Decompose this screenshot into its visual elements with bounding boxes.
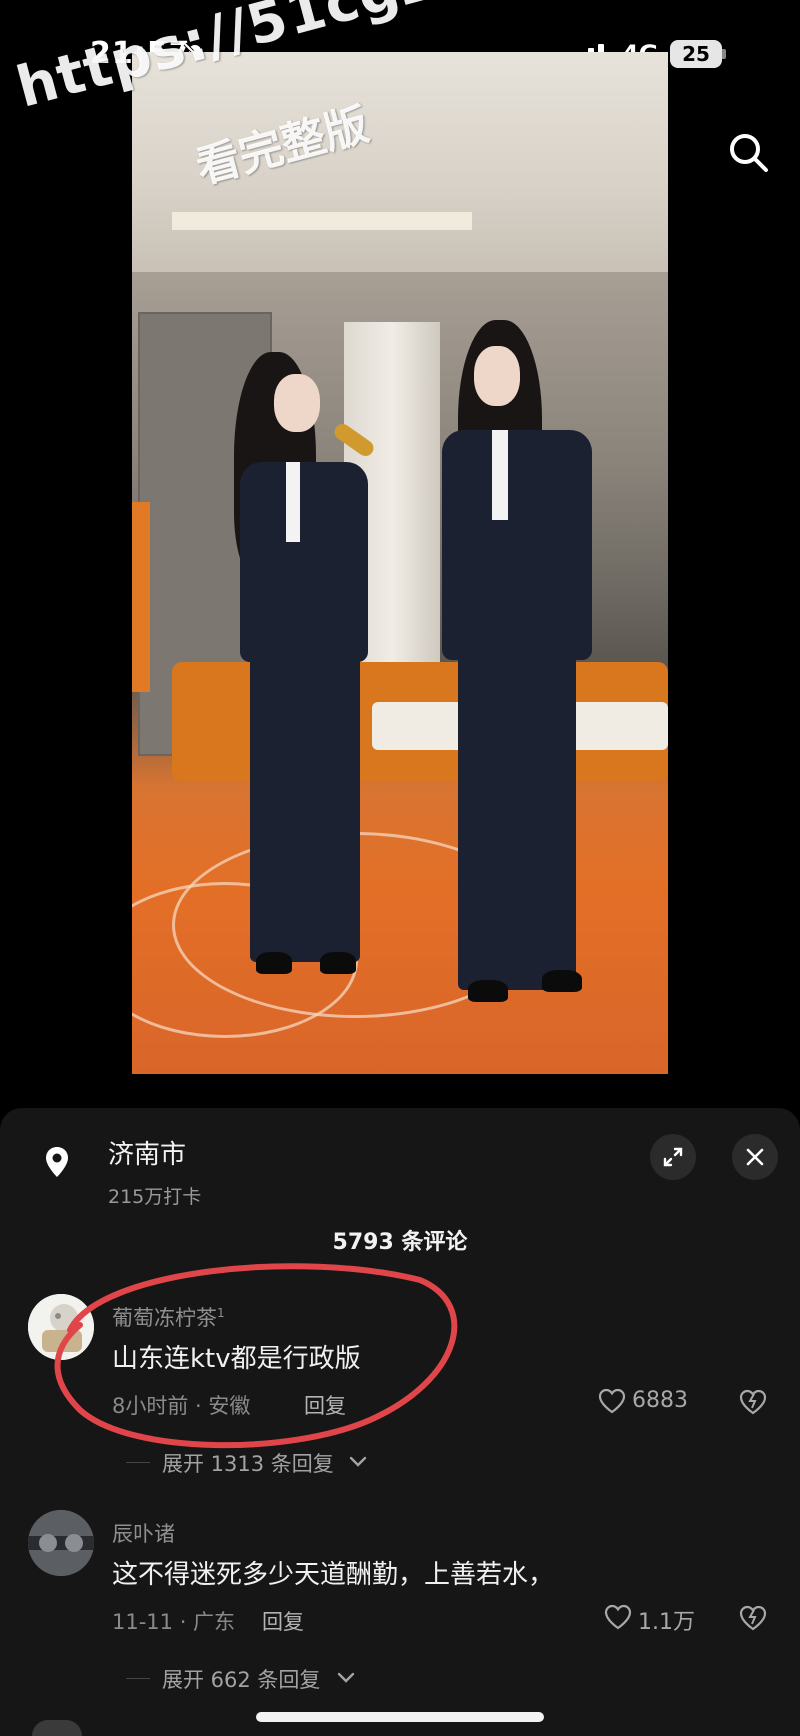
like-count: 1.1万 [638,1610,695,1635]
video-player[interactable] [132,52,668,1074]
comment-text: 这不得迷死多少天道酬勤，上善若水， [112,1560,555,1590]
dislike-heart-icon[interactable] [738,1387,768,1415]
expand-replies-button[interactable]: 展开 662 条回复 [126,1664,366,1694]
comments-panel: 济南市 215万打卡 5793 条评论 葡萄冻柠茶1 山东连ktv都是行政版 8… [0,1108,800,1736]
close-button[interactable] [732,1134,778,1180]
dislike-heart-icon[interactable] [738,1603,768,1631]
expand-replies-label: 展开 662 条回复 [162,1668,321,1692]
heart-icon [598,1388,626,1414]
video-ceiling [132,52,668,272]
next-comment-avatar [32,1720,82,1736]
battery-icon: 25 [670,40,726,68]
search-icon[interactable] [724,128,772,176]
expand-icon [663,1147,683,1167]
like-button[interactable]: 1.1万 [604,1602,714,1635]
comment-meta: 11-11 · 广东 [112,1610,236,1634]
comment-item: 辰卟诸 这不得迷死多少天道酬勤，上善若水， 11-11 · 广东 回复 1.1万… [0,1510,800,1710]
location-name[interactable]: 济南市 [108,1134,186,1171]
comment-username[interactable]: 葡萄冻柠茶1 [112,1302,225,1332]
avatar[interactable] [28,1510,94,1576]
expand-replies-label: 展开 1313 条回复 [162,1452,334,1476]
comment-username[interactable]: 辰卟诸 [112,1518,175,1548]
avatar[interactable] [28,1294,94,1360]
video-door [132,502,150,692]
video-light [172,212,472,230]
home-indicator[interactable] [256,1712,544,1722]
comment-item: 葡萄冻柠茶1 山东连ktv都是行政版 8小时前 · 安徽 回复 6883 展开 … [0,1294,800,1494]
location-checkins: 215万打卡 [108,1186,202,1208]
expand-replies-button[interactable]: 展开 1313 条回复 [126,1448,376,1478]
battery-level: 25 [670,40,722,68]
location-pin-icon [46,1147,68,1177]
comment-text: 山东连ktv都是行政版 [112,1344,361,1374]
comment-user-badge: 1 [217,1306,225,1320]
close-icon [746,1148,764,1166]
chevron-down-icon [337,1672,355,1683]
chevron-down-icon [349,1456,367,1467]
like-count: 6883 [632,1388,688,1413]
comment-meta: 8小时前 · 安徽 [112,1394,251,1418]
battery-tip [722,49,726,59]
comment-count: 5793 条评论 [332,1230,468,1255]
expand-button[interactable] [650,1134,696,1180]
reply-button[interactable]: 回复 [262,1606,304,1636]
video-person-right [432,320,632,1040]
heart-icon [604,1604,632,1630]
like-button[interactable]: 6883 [598,1386,708,1418]
video-person-left [222,352,377,1032]
reply-button[interactable]: 回复 [304,1390,346,1420]
